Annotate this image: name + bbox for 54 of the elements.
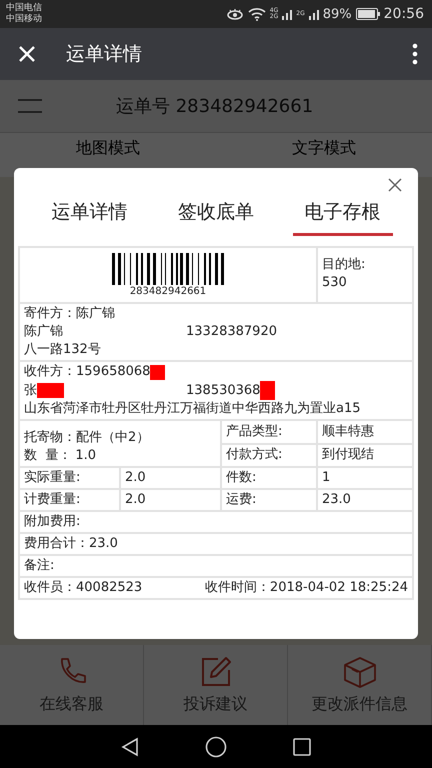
- extra-fee-label: 附加费用:: [24, 513, 80, 531]
- field-label: 产品类型:: [226, 422, 282, 441]
- field-label: 计费重量:: [24, 491, 80, 509]
- field-value: 23.0: [322, 491, 351, 509]
- field-value: 到付现结: [322, 446, 374, 464]
- field-label: 件数:: [226, 469, 256, 487]
- view-tab[interactable]: 地图模式: [76, 133, 140, 157]
- signal-icon: [282, 8, 292, 20]
- close-icon[interactable]: [388, 178, 402, 192]
- carrier-name: 中国电信: [6, 3, 42, 14]
- field-value: 顺丰特惠: [322, 422, 374, 441]
- carrier-name: 中国移动: [6, 14, 42, 25]
- battery-percent: 89%: [322, 6, 352, 22]
- view-tab[interactable]: 文字模式: [292, 133, 356, 157]
- menu-icon[interactable]: [18, 98, 42, 114]
- wifi-icon: [248, 8, 266, 20]
- receiver-address: 山东省菏泽市牡丹区牡丹江万福街道中华西路九为置业a15: [24, 400, 362, 418]
- box-icon: [342, 656, 376, 688]
- tab[interactable]: 签收底单: [166, 190, 266, 236]
- waybill-number: 运单号 283482942661: [116, 95, 314, 118]
- page-title: 运单详情: [66, 42, 142, 67]
- courier-id: 收件员：40082523: [24, 579, 142, 597]
- field-label: 付款方式:: [226, 446, 282, 464]
- remark-label: 备注:: [24, 557, 54, 575]
- clock-time: 20:56: [384, 6, 424, 22]
- back-icon[interactable]: [121, 736, 139, 756]
- recents-icon[interactable]: [293, 738, 311, 756]
- field-value: 2.0: [125, 491, 146, 509]
- cargo-text: 托寄物：配件（中2）: [24, 429, 150, 447]
- field-label: 运费:: [226, 491, 256, 509]
- receiver-name: 张: [24, 382, 37, 400]
- quantity-text: 数 量： 1.0: [24, 447, 96, 465]
- signal-icon: [308, 8, 319, 20]
- edit-icon: [200, 656, 232, 688]
- sender-title: 寄件方：陈广锦: [24, 305, 116, 323]
- pickup-time: 收件时间：2018-04-02 18:25:24: [204, 579, 408, 597]
- barcode-number: 283482942661: [130, 286, 206, 297]
- eye-icon: [226, 8, 244, 20]
- tab[interactable]: 运单详情: [39, 190, 140, 236]
- receiver-title: 收件方：159658068: [24, 363, 150, 381]
- field-value: 1: [322, 469, 330, 487]
- sender-address: 八一路132号: [24, 341, 102, 359]
- tab[interactable]: 电子存根: [292, 190, 393, 236]
- sender-phone: 13328387920: [186, 323, 277, 341]
- field-value: 2.0: [125, 469, 146, 487]
- sender-name: 陈广锦: [24, 323, 64, 341]
- field-label: 实际重量:: [24, 469, 80, 487]
- more-icon[interactable]: [412, 43, 418, 65]
- destination-code: 530: [322, 274, 347, 292]
- home-icon[interactable]: [205, 736, 227, 758]
- battery-icon: [356, 8, 380, 20]
- total-fee: 费用合计：23.0: [24, 535, 118, 553]
- destination-label: 目的地:: [322, 256, 366, 274]
- receiver-phone: 138530368: [186, 382, 260, 400]
